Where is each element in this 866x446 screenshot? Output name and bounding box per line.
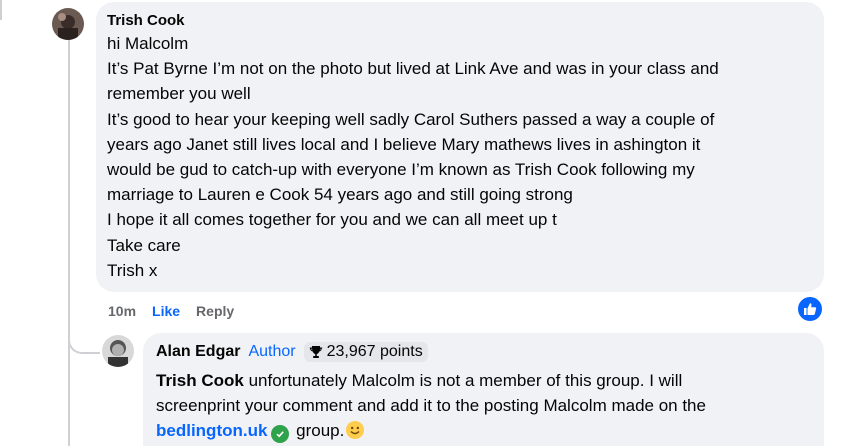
comment-line: years ago Janet still lives local and I … (107, 134, 701, 154)
reply-text-segment: unfortunately Malcolm is not a member of… (243, 371, 683, 390)
reply-avatar[interactable] (102, 335, 134, 367)
reply-line: Trish Cook unfortunately Malcolm is not … (156, 368, 812, 393)
smile-emoji-icon (346, 421, 365, 439)
comment-actions: 10m Like Reply (108, 303, 234, 319)
comment-line: Trish x (107, 260, 158, 280)
reply-connector (68, 318, 100, 354)
points-text: 23,967 points (326, 343, 423, 360)
like-button[interactable]: Like (152, 303, 180, 319)
reply-header: Alan Edgar Author 23,967 points (156, 342, 812, 362)
mention-link[interactable]: Trish Cook (156, 371, 244, 390)
comment-line: It’s Pat Byrne I’m not on the photo but … (107, 59, 719, 79)
reply-line: bedlington.uk group. (156, 418, 812, 443)
comment-line: remember you well (107, 84, 251, 104)
reply-text: Trish Cook unfortunately Malcolm is not … (156, 368, 812, 443)
avatar[interactable] (52, 8, 84, 40)
comment-bubble: Trish Cook hi Malcolm It’s Pat Byrne I’m… (96, 2, 824, 292)
thread-line-vertical (68, 40, 70, 446)
comment-line: Take care (107, 235, 181, 255)
reply-author[interactable]: Alan Edgar (156, 343, 240, 361)
points-badge[interactable]: 23,967 points (303, 342, 428, 362)
comment-line: hi Malcolm (107, 34, 189, 53)
reply-bubble: Alan Edgar Author 23,967 points Trish Co… (143, 333, 824, 446)
page-link[interactable]: bedlington.uk (156, 421, 267, 440)
comment-line: It’s good to hear your keeping well sadl… (107, 109, 715, 129)
comment-text: hi Malcolm It’s Pat Byrne I’m not on the… (107, 31, 812, 283)
comment-timestamp[interactable]: 10m (108, 303, 136, 319)
author-badge: Author (248, 343, 296, 360)
comment-line: I hope it all comes together for you and… (107, 210, 557, 230)
comment-author[interactable]: Trish Cook (107, 12, 812, 29)
like-icon[interactable] (796, 295, 824, 323)
reply-button[interactable]: Reply (196, 303, 234, 319)
verified-icon (271, 425, 290, 443)
thread-line-left-edge (0, 0, 2, 20)
reply-line: screenprint your comment and add it to t… (156, 396, 706, 415)
trophy-icon (309, 345, 323, 359)
reply-text-segment: group. (291, 421, 345, 440)
comment-line: marriage to Lauren e Cook 54 years ago a… (107, 185, 573, 205)
comment-line: would be gud to catch-up with everyone I… (107, 160, 695, 180)
